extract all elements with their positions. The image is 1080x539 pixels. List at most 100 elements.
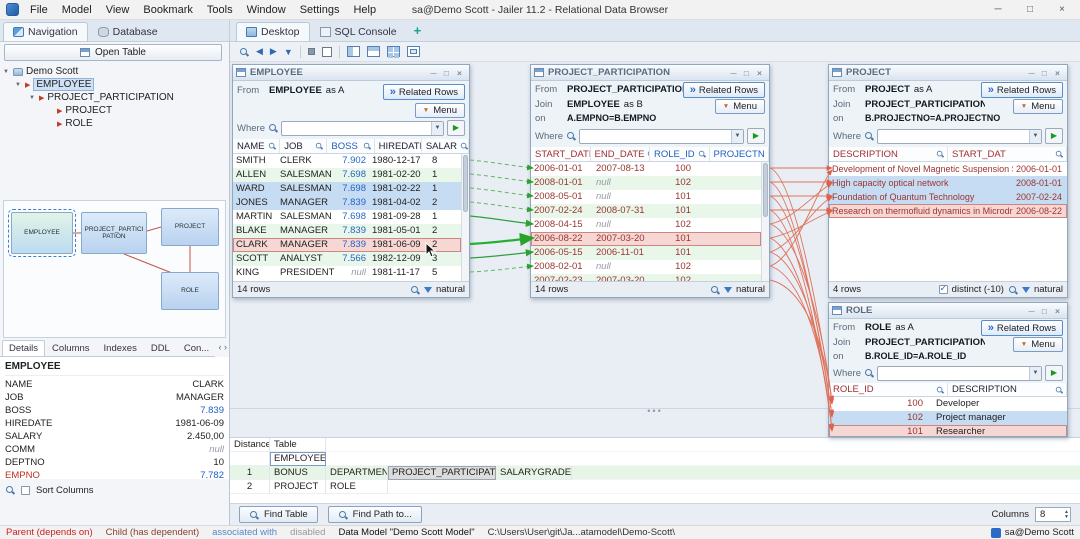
tab-sql-console[interactable]: SQL Console: [310, 22, 407, 41]
table-row[interactable]: 2008-01-01 null 102: [531, 176, 761, 190]
column-header[interactable]: BOSS: [327, 139, 375, 153]
table-row[interactable]: ALLEN SALESMAN 7.698 1981-02-20 1: [233, 168, 461, 182]
column-search-icon[interactable]: [363, 142, 371, 150]
search-icon[interactable]: [710, 285, 720, 295]
filter-icon[interactable]: [723, 286, 732, 293]
related-rows-button[interactable]: » Related Rows: [980, 82, 1063, 98]
tab-desktop[interactable]: Desktop: [236, 22, 310, 41]
table-row[interactable]: 2006-05-15 2006-11-01 101: [531, 246, 761, 260]
expander-icon[interactable]: ▼: [2, 69, 10, 75]
tab-navigation[interactable]: Navigation: [3, 22, 88, 41]
connection-indicator[interactable]: sa@Demo Scott: [990, 527, 1074, 538]
detail-tab[interactable]: Columns: [45, 340, 97, 356]
where-condition-combobox[interactable]: ▼: [281, 120, 444, 136]
vertical-scrollbar[interactable]: [461, 154, 469, 281]
zoom-icon[interactable]: [239, 47, 249, 57]
menu-button[interactable]: ▼ Menu: [414, 103, 465, 118]
maximize-button[interactable]: □: [740, 66, 753, 80]
maximize-button[interactable]: □: [1014, 0, 1046, 20]
minimize-button[interactable]: ─: [982, 0, 1014, 20]
filter-icon[interactable]: [423, 286, 432, 293]
table-row[interactable]: 2008-02-01 null 102: [531, 260, 761, 274]
related-rows-button[interactable]: » Related Rows: [682, 82, 765, 98]
closure-table-cell[interactable]: PROJECT: [270, 480, 326, 494]
column-search-icon[interactable]: [460, 142, 468, 150]
table-row[interactable]: 2008-05-01 null 101: [531, 190, 761, 204]
table-row[interactable]: 2006-01-01 2007-08-13 100: [531, 162, 761, 176]
table-row[interactable]: 2008-04-15 null 102: [531, 218, 761, 232]
closure-table-cell[interactable]: SALARYGRADE: [496, 466, 572, 480]
table-row[interactable]: 102 Project manager: [829, 411, 1067, 425]
find-path-button[interactable]: Find Path to...: [327, 506, 422, 523]
chevron-down-icon[interactable]: ▼: [1029, 129, 1041, 143]
detail-tab[interactable]: Indexes: [97, 340, 144, 356]
search-icon[interactable]: [5, 485, 15, 495]
column-search-icon[interactable]: [936, 150, 944, 158]
search-icon[interactable]: [864, 368, 874, 378]
column-header[interactable]: ROLE_ID: [829, 383, 948, 396]
table-row[interactable]: WARD SALESMAN 7.698 1981-02-22 1: [233, 182, 461, 196]
expander-icon[interactable]: ▼: [14, 82, 22, 88]
closure-table-cell[interactable]: EMPLOYEE: [270, 452, 326, 466]
search-icon[interactable]: [410, 285, 420, 295]
search-icon[interactable]: [268, 123, 278, 133]
column-search-icon[interactable]: [1055, 386, 1063, 394]
table-row[interactable]: Research on thermofluid dynamics in Micr…: [829, 204, 1067, 218]
layout-cascade-button[interactable]: [406, 46, 420, 57]
table-row[interactable]: High capacity optical network 2008-01-01: [829, 176, 1067, 190]
column-search-icon[interactable]: [315, 142, 323, 150]
close-button[interactable]: ×: [1051, 304, 1064, 318]
add-tab-button[interactable]: +: [407, 19, 429, 41]
layout-horizontal-button[interactable]: [366, 46, 380, 57]
column-header[interactable]: HIREDATE: [375, 139, 422, 153]
column-header[interactable]: NAME: [233, 139, 281, 153]
table-row[interactable]: 100 Developer: [829, 397, 1067, 411]
column-search-icon[interactable]: [936, 386, 944, 394]
expand-view-button[interactable]: [321, 46, 332, 57]
search-icon[interactable]: [566, 131, 576, 141]
find-table-button[interactable]: Find Table: [239, 506, 318, 523]
detail-tab[interactable]: Details: [2, 340, 46, 356]
menu-item[interactable]: Model: [55, 0, 99, 20]
table-row[interactable]: 101 Researcher: [829, 425, 1067, 436]
close-button[interactable]: ×: [1051, 66, 1064, 80]
where-condition-combobox[interactable]: ▼: [877, 128, 1042, 144]
column-header[interactable]: END_DATE: [591, 147, 650, 161]
filter-icon[interactable]: [1021, 286, 1030, 293]
search-icon[interactable]: [1008, 285, 1018, 295]
menu-item[interactable]: Bookmark: [136, 0, 200, 20]
related-rows-button[interactable]: » Related Rows: [980, 320, 1063, 336]
column-header[interactable]: ROLE_ID: [650, 147, 710, 161]
maximize-button[interactable]: □: [1038, 66, 1051, 80]
table-row[interactable]: Foundation of Quantum Technology 2007-02…: [829, 190, 1067, 204]
where-condition-combobox[interactable]: ▼: [579, 128, 744, 144]
table-row[interactable]: KING PRESIDENT null 1981-11-17 5: [233, 266, 461, 280]
diagram-project-box[interactable]: PROJECT: [161, 208, 219, 246]
sort-columns-checkbox[interactable]: [21, 485, 30, 495]
table-row[interactable]: BLAKE MANAGER 7.839 1981-05-01 2: [233, 224, 461, 238]
window-titlebar[interactable]: PROJECT_PARTICIPATION ─ □ ×: [531, 65, 769, 81]
nav-down-button[interactable]: ▼: [284, 47, 293, 57]
closure-table-cell[interactable]: BONUS: [270, 466, 326, 480]
tree-item-root[interactable]: ▼ Demo Scott: [2, 65, 227, 78]
columns-spinner[interactable]: 8 ▲ ▼: [1035, 507, 1071, 522]
column-header[interactable]: START_DATE: [531, 147, 591, 161]
compact-view-button[interactable]: [307, 48, 315, 55]
diagram-project-participation-box[interactable]: PROJECT_PARTICIPATION: [81, 212, 147, 254]
minimize-button[interactable]: ─: [427, 66, 440, 80]
spinner-arrows-icon[interactable]: ▲ ▼: [1064, 510, 1069, 520]
close-button[interactable]: ×: [753, 66, 766, 80]
menu-item[interactable]: View: [99, 0, 137, 20]
closure-table-cell[interactable]: PROJECT_PARTICIPATION: [388, 466, 496, 480]
menu-button[interactable]: ▼ Menu: [1012, 337, 1063, 352]
table-row[interactable]: SMITH CLERK 7.902 1980-12-17 8: [233, 154, 461, 168]
column-header[interactable]: SALAR: [422, 139, 470, 153]
menu-item[interactable]: Window: [240, 0, 293, 20]
menu-item[interactable]: File: [23, 0, 55, 20]
chevron-down-icon[interactable]: ▼: [731, 129, 743, 143]
expander-icon[interactable]: ▼: [28, 95, 36, 101]
tabs-scroll-icons[interactable]: ‹ ›: [219, 342, 228, 352]
related-rows-button[interactable]: » Related Rows: [382, 84, 465, 100]
distinct-checkbox[interactable]: [938, 283, 948, 294]
maximize-button[interactable]: □: [440, 66, 453, 80]
